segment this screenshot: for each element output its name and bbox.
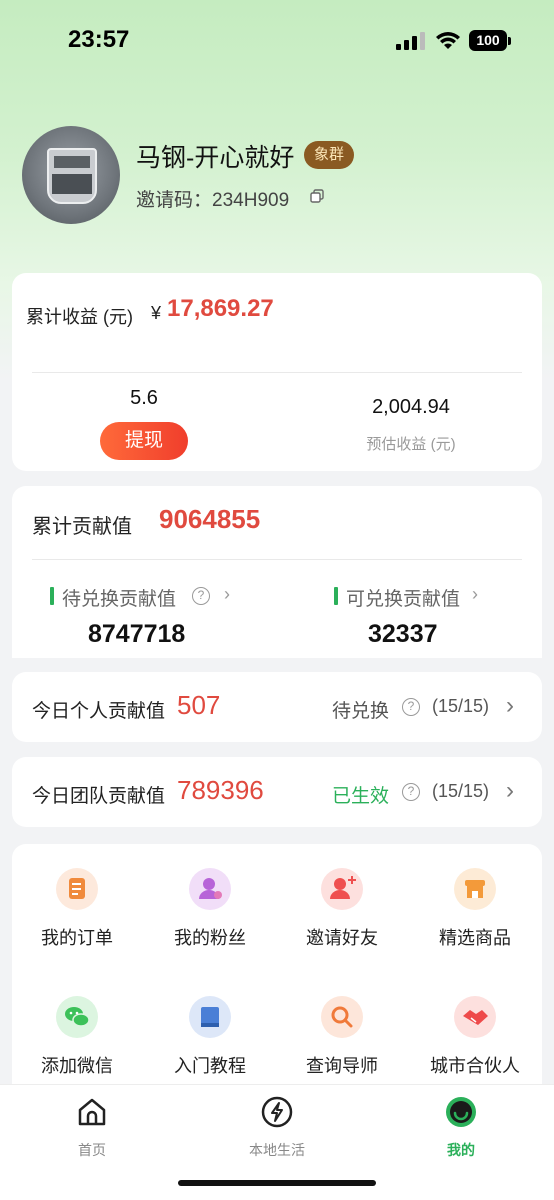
earnings-divider — [32, 372, 522, 373]
chevron-right-icon[interactable]: › — [224, 584, 230, 605]
profile-icon — [446, 1097, 476, 1127]
today-team-label: 今日团队贡献值 — [32, 786, 166, 807]
redeemable-contribution-label[interactable]: 可兑换贡献值 — [346, 584, 460, 611]
help-icon[interactable]: ? — [402, 698, 420, 716]
today-team-row[interactable]: 今日团队贡献值 789396 已生效 ? (15/15) › — [12, 757, 542, 827]
tab-home[interactable]: 首页 — [42, 1095, 142, 1160]
invite-code: 234H909 — [212, 190, 290, 211]
today-personal-label: 今日个人贡献值 — [32, 701, 166, 722]
chevron-right-icon[interactable]: › — [472, 584, 478, 605]
today-team-count: (15/15) — [432, 781, 490, 801]
tab-label: 我的 — [447, 1142, 475, 1158]
total-contribution-label: 累计贡献值 — [32, 516, 132, 538]
total-contribution-value: 9064855 — [159, 504, 261, 534]
tab-mine[interactable]: 我的 — [411, 1095, 511, 1160]
handshake-icon — [454, 996, 496, 1038]
redeemable-contribution-value: 32337 — [368, 620, 438, 648]
cellular-signal-icon — [396, 32, 426, 50]
pending-accent-bar — [50, 587, 54, 605]
home-icon — [78, 1098, 106, 1126]
today-personal-value: 507 — [177, 690, 221, 720]
total-earnings-label: 累计收益 (元) — [26, 307, 133, 327]
today-team-status: 已生效 — [332, 786, 390, 807]
grid-label: 城市合伙人 — [430, 1056, 520, 1076]
tutorial-icon — [189, 996, 231, 1038]
store-icon — [454, 868, 496, 910]
grid-label: 添加微信 — [41, 1056, 113, 1076]
status-time: 23:57 — [68, 26, 130, 53]
feature-grid: 我的订单 我的粉丝 邀请好友 精选商品 添加微信 入门教程 查询导师 城市合伙人 — [12, 844, 542, 1084]
battery-tip — [508, 37, 511, 45]
grid-label: 精选商品 — [439, 928, 511, 948]
invite-label: 邀请码： — [136, 190, 213, 211]
today-personal-count: (15/15) — [432, 696, 490, 716]
tab-label: 本地生活 — [249, 1142, 305, 1158]
grid-item-invite-friends[interactable]: 邀请好友 — [282, 868, 402, 950]
tab-local-life[interactable]: 本地生活 — [227, 1095, 327, 1160]
grid-item-city-partner[interactable]: 城市合伙人 — [415, 996, 535, 1078]
profile-name: 马钢-开心就好 — [136, 144, 295, 172]
status-bar: 23:57 100 — [0, 0, 554, 84]
grid-item-tutorial[interactable]: 入门教程 — [150, 996, 270, 1078]
level-badge: 象群 — [304, 141, 355, 169]
grid-item-search-mentor[interactable]: 查询导师 — [282, 996, 402, 1078]
invite-friend-icon — [321, 868, 363, 910]
contribution-card: 累计贡献值 9064855 待兑换贡献值 ? › 8747718 可兑换贡献值 … — [12, 486, 542, 658]
currency-symbol: ¥ — [151, 303, 162, 323]
grid-item-add-wechat[interactable]: 添加微信 — [17, 996, 137, 1078]
tab-label: 首页 — [78, 1142, 106, 1158]
grid-label: 邀请好友 — [306, 928, 378, 948]
grid-label: 我的订单 — [41, 928, 113, 948]
home-indicator — [178, 1180, 376, 1186]
grid-item-my-fans[interactable]: 我的粉丝 — [150, 868, 270, 950]
grid-item-my-orders[interactable]: 我的订单 — [17, 868, 137, 950]
withdrawable-amount: 5.6 — [130, 387, 158, 409]
pending-contribution-label[interactable]: 待兑换贡献值 — [62, 584, 176, 611]
today-personal-status: 待兑换 — [332, 701, 390, 722]
redeemable-accent-bar — [334, 587, 338, 605]
today-team-value: 789396 — [177, 775, 264, 805]
help-icon[interactable]: ? — [402, 783, 420, 801]
copy-icon[interactable] — [310, 189, 324, 203]
total-earnings-value: 17,869.27 — [167, 295, 274, 322]
estimated-earnings-value: 2,004.94 — [372, 396, 450, 418]
search-mentor-icon — [321, 996, 363, 1038]
battery-icon: 100 — [469, 30, 507, 51]
estimated-earnings-label: 预估收益 (元) — [366, 436, 456, 453]
today-personal-row[interactable]: 今日个人贡献值 507 待兑换 ? (15/15) › — [12, 672, 542, 742]
invite-code-row: 邀请码：234H909 — [136, 185, 289, 212]
fans-icon — [189, 868, 231, 910]
grid-label: 入门教程 — [174, 1056, 246, 1076]
avatar[interactable] — [22, 126, 120, 224]
order-icon — [56, 868, 98, 910]
withdraw-button[interactable]: 提现 — [100, 422, 188, 460]
chevron-right-icon[interactable]: › — [506, 692, 514, 720]
pending-contribution-value: 8747718 — [88, 620, 186, 648]
grid-label: 我的粉丝 — [174, 928, 246, 948]
chevron-right-icon[interactable]: › — [506, 777, 514, 805]
wifi-icon — [436, 32, 460, 49]
help-icon[interactable]: ? — [192, 587, 210, 605]
grid-label: 查询导师 — [306, 1056, 378, 1076]
grid-item-featured-products[interactable]: 精选商品 — [415, 868, 535, 950]
wechat-icon — [56, 996, 98, 1038]
lightning-icon — [261, 1096, 293, 1128]
earnings-card: 累计收益 (元) ¥ 17,869.27 5.6 提现 2,004.94 预估收… — [12, 273, 542, 471]
contribution-divider — [32, 559, 522, 560]
